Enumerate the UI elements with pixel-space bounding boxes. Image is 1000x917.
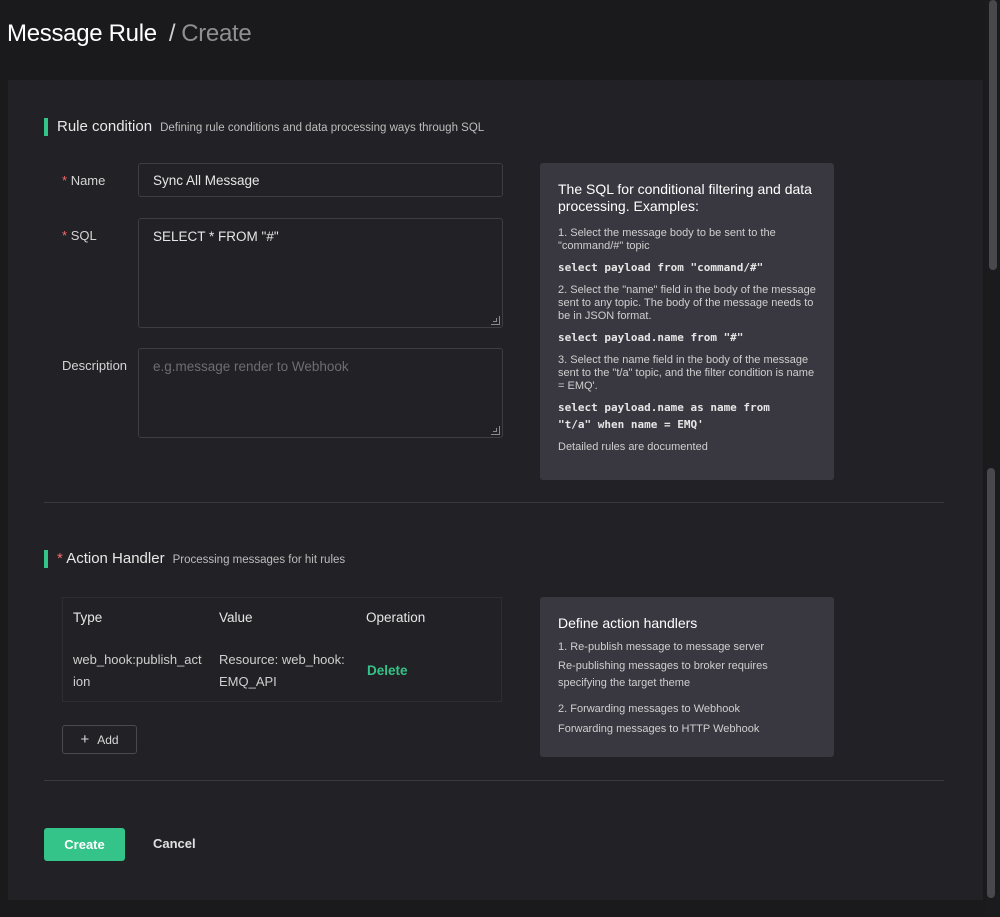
action-help-item1-title: 1. Re-publish message to message server: [558, 641, 765, 653]
description-label: Description: [62, 358, 128, 373]
table-header-operation: Operation: [366, 610, 426, 625]
add-action-label: Add: [97, 732, 119, 747]
required-mark: *: [62, 228, 68, 243]
sql-help-title: The SQL for conditional filtering and da…: [558, 181, 812, 214]
action-help-item1-desc: Re-publishing messages to broker require…: [558, 660, 768, 689]
form-card: [8, 80, 995, 900]
sql-help-footer: Detailed rules are documented: [558, 441, 708, 453]
sql-example-1-code: select payload from "command/#": [558, 261, 764, 274]
sql-value: SELECT * FROM "#": [153, 229, 279, 244]
action-type-cell: web_hook:publish_act ion: [73, 652, 202, 689]
resize-handle-icon[interactable]: [491, 426, 500, 435]
name-label: * Name: [62, 173, 106, 188]
breadcrumb: Message Rule / Create: [7, 20, 252, 48]
description-textarea[interactable]: e.g.message render to Webhook: [138, 348, 503, 438]
action-handler-title: * Action Handler: [57, 550, 165, 567]
section-accent-bar: [44, 118, 48, 136]
action-help-panel: Define action handlers 1. Re-publish mes…: [540, 597, 834, 757]
sql-textarea[interactable]: SELECT * FROM "#": [138, 218, 503, 328]
scrollbar-thumb-outer[interactable]: [989, 0, 997, 270]
section-divider: [44, 780, 944, 781]
sql-label: * SQL: [62, 228, 97, 243]
name-input[interactable]: Sync All Message: [138, 163, 503, 197]
required-mark: *: [57, 550, 63, 567]
action-value-cell: Resource: web_hook: EMQ_API: [219, 652, 345, 689]
sql-example-3-text: 3. Select the name field in the body of …: [558, 354, 815, 392]
create-button[interactable]: Create: [44, 828, 125, 861]
action-help-item2-desc: Forwarding messages to HTTP Webhook: [558, 723, 760, 735]
required-mark: *: [62, 173, 68, 188]
page-title: Message Rule: [7, 20, 157, 47]
table-header-type: Type: [73, 610, 103, 625]
rule-condition-description: Defining rule conditions and data proces…: [160, 122, 485, 134]
sql-example-3-code-line2: "t/a" when name = EMQ': [558, 418, 704, 431]
plus-icon: +: [80, 731, 90, 748]
sql-help-panel: The SQL for conditional filtering and da…: [540, 163, 834, 480]
breadcrumb-current: Create: [181, 20, 252, 47]
inner-scrollbar-thumb[interactable]: [987, 468, 995, 898]
table-header-value: Value: [219, 610, 253, 625]
action-handler-description: Processing messages for hit rules: [172, 554, 346, 566]
resize-handle-icon[interactable]: [491, 316, 500, 325]
action-help-item2-title: 2. Forwarding messages to Webhook: [558, 703, 740, 715]
actions-table: Type Value Operation web_hook:publish_ac…: [62, 597, 502, 702]
breadcrumb-separator: /: [168, 20, 176, 47]
rule-condition-header: Rule condition Defining rule conditions …: [57, 118, 484, 135]
sql-example-1-text: 1. Select the message body to be sent to…: [558, 227, 776, 252]
sql-example-3-code-line1: select payload.name as name from: [558, 401, 770, 414]
action-handler-header: * Action Handler Processing messages for…: [57, 550, 345, 567]
section-accent-bar: [44, 550, 48, 568]
rule-condition-title: Rule condition: [57, 118, 153, 135]
section-divider: [44, 502, 944, 503]
sql-example-2-text: 2. Select the "name" field in the body o…: [558, 284, 816, 322]
delete-action-link[interactable]: Delete: [367, 660, 408, 682]
cancel-button[interactable]: Cancel: [153, 836, 196, 851]
description-placeholder: e.g.message render to Webhook: [153, 359, 349, 374]
add-action-button[interactable]: + Add: [62, 725, 137, 754]
sql-example-2-code: select payload.name from "#": [558, 331, 744, 344]
action-help-title: Define action handlers: [558, 615, 698, 631]
